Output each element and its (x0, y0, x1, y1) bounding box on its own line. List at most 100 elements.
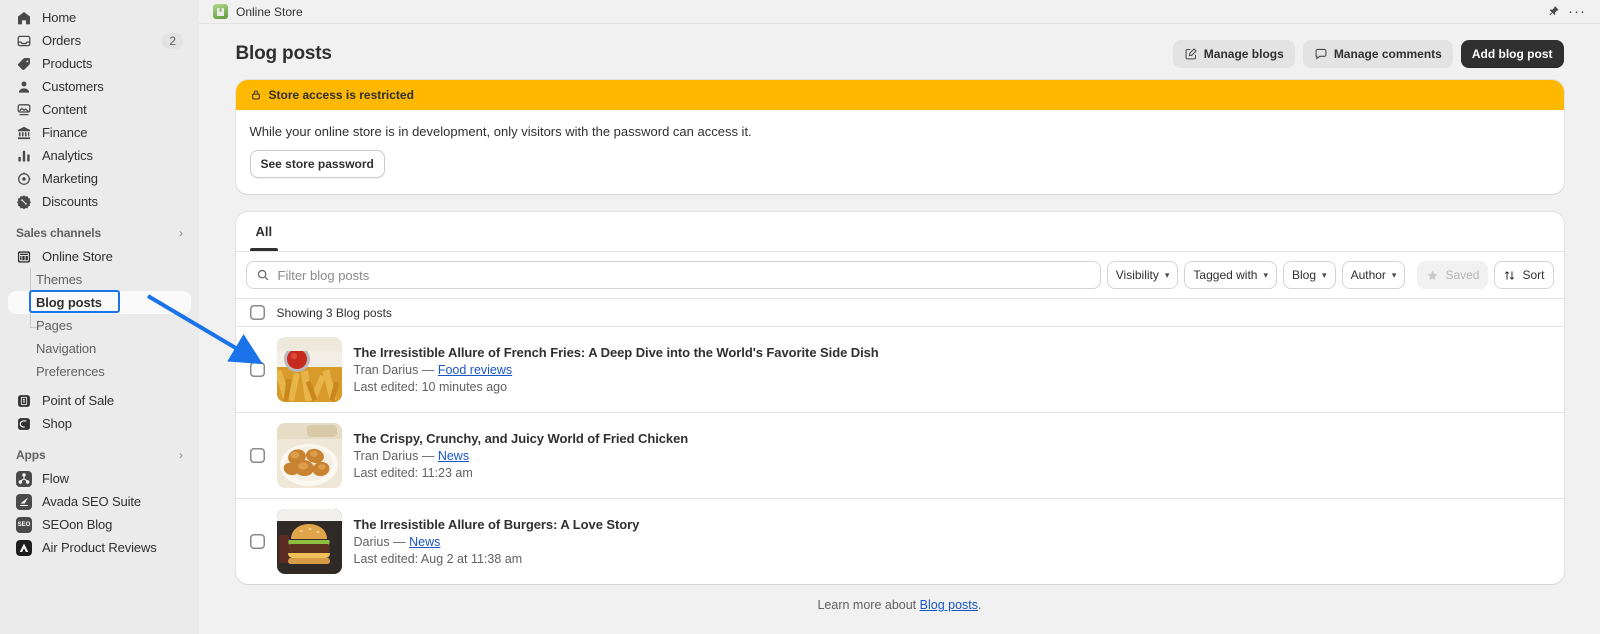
marketing-megaphone-icon (16, 171, 32, 187)
seoon-blog-app-icon: SEO (16, 516, 32, 533)
see-store-password-button[interactable]: See store password (249, 150, 385, 178)
sidebar-item-label: Marketing (42, 171, 98, 186)
sidebar-item-pages[interactable]: Pages (8, 314, 191, 337)
sidebar-item-label: Pages (36, 318, 73, 333)
sidebar-item-label: Air Product Reviews (42, 540, 157, 555)
store-access-banner: Store access is restricted While your on… (235, 80, 1564, 194)
comment-bubble-icon (1314, 47, 1328, 61)
row-blog-link[interactable]: News (409, 535, 440, 549)
customers-person-icon (16, 79, 32, 95)
sort-label: Sort (1522, 268, 1545, 282)
banner-heading-bar: Store access is restricted (235, 80, 1564, 110)
row-dash: — (393, 535, 406, 549)
sidebar-item-online-store[interactable]: Online Store (8, 245, 191, 268)
page-content: Blog posts Manage blogs Manage comments … (199, 24, 1600, 634)
sidebar-item-orders[interactable]: Orders 2 (8, 29, 191, 52)
sidebar-item-customers[interactable]: Customers (8, 75, 191, 98)
avada-seo-app-icon (16, 493, 32, 510)
search-field-wrapper[interactable] (245, 261, 1101, 289)
sidebar-item-content[interactable]: Content (8, 98, 191, 121)
row-dash: — (421, 363, 435, 377)
footer-suffix: . (978, 598, 982, 612)
online-store-icon (16, 249, 32, 265)
table-row[interactable]: The Crispy, Crunchy, and Juicy World of … (235, 412, 1564, 498)
row-last-edited: Last edited: 10 minutes ago (353, 380, 508, 394)
row-blog-link[interactable]: News (438, 449, 469, 463)
sidebar-item-home[interactable]: Home (8, 6, 191, 29)
filter-bar: Visibility ▾ Tagged with ▾ Blog ▾ Auth (236, 252, 1564, 298)
filter-author-label: Author (1350, 268, 1386, 282)
row-last-edited: Last edited: 11:23 am (353, 466, 473, 480)
discounts-percent-icon (16, 194, 32, 210)
sidebar-item-avada-seo-suite[interactable]: Avada SEO Suite (8, 490, 191, 513)
row-blog-link[interactable]: Food reviews (438, 363, 512, 377)
sidebar-item-label: Online Store (42, 249, 113, 264)
sidebar-main-nav: Home Orders 2 Products Customers Content… (8, 6, 191, 213)
tree-elbow (30, 327, 37, 328)
search-icon (256, 268, 270, 282)
search-input[interactable] (277, 267, 1091, 283)
row-title: The Crispy, Crunchy, and Juicy World of … (353, 431, 689, 446)
chevron-down-icon: ▾ (1164, 269, 1170, 280)
products-tag-icon (16, 56, 32, 72)
footer-prefix: Learn more about (817, 598, 920, 612)
manage-comments-label: Manage comments (1333, 47, 1442, 61)
sidebar-item-label: Preferences (36, 364, 105, 379)
filter-visibility[interactable]: Visibility ▾ (1106, 261, 1179, 289)
sidebar: Home Orders 2 Products Customers Content… (0, 0, 199, 634)
banner-body: While your online store is in developmen… (236, 110, 1564, 194)
row-title: The Irresistible Allure of French Fries:… (353, 345, 879, 360)
point-of-sale-icon (16, 393, 32, 409)
sidebar-item-themes[interactable]: Themes (8, 268, 191, 291)
footer-note: Learn more about Blog posts. (236, 584, 1564, 612)
apps-header[interactable]: Apps › (8, 443, 191, 467)
add-blog-post-button[interactable]: Add blog post (1460, 40, 1564, 68)
sidebar-item-analytics[interactable]: Analytics (8, 144, 191, 167)
sidebar-item-seoon-blog[interactable]: SEO SEOon Blog (8, 513, 191, 536)
sidebar-item-point-of-sale[interactable]: Point of Sale (8, 389, 191, 412)
finance-bank-icon (16, 125, 32, 141)
air-product-reviews-app-icon (16, 539, 32, 556)
manage-comments-button[interactable]: Manage comments (1302, 40, 1453, 68)
page-title: Blog posts (235, 43, 332, 64)
sidebar-item-finance[interactable]: Finance (8, 121, 191, 144)
sidebar-item-air-product-reviews[interactable]: Air Product Reviews (8, 536, 191, 559)
sidebar-item-label: Blog posts (36, 295, 102, 310)
table-row[interactable]: The Irresistible Allure of Burgers: A Lo… (235, 498, 1564, 584)
filter-author[interactable]: Author ▾ (1341, 261, 1406, 289)
sidebar-item-marketing[interactable]: Marketing (8, 167, 191, 190)
sidebar-item-blog-posts[interactable]: Blog posts (8, 291, 191, 314)
select-all-checkbox[interactable] (249, 305, 265, 320)
sidebar-item-discounts[interactable]: Discounts (8, 190, 191, 213)
pin-icon[interactable] (1547, 5, 1560, 18)
sidebar-item-label: Home (42, 10, 77, 25)
table-row[interactable]: The Irresistible Allure of French Fries:… (235, 326, 1564, 412)
sidebar-item-preferences[interactable]: Preferences (8, 360, 191, 383)
top-bar: Online Store ··· (199, 0, 1600, 24)
french-fries-thumbnail (276, 337, 342, 402)
saved-button[interactable]: Saved (1417, 261, 1489, 289)
tab-all[interactable]: All (244, 212, 285, 251)
manage-blogs-button[interactable]: Manage blogs (1172, 40, 1295, 68)
add-blog-post-label: Add blog post (1471, 47, 1553, 61)
sort-arrows-icon (1503, 269, 1516, 282)
sidebar-item-products[interactable]: Products (8, 52, 191, 75)
row-checkbox[interactable] (249, 534, 265, 549)
sales-channels-header[interactable]: Sales channels › (8, 221, 191, 245)
chevron-down-icon: ▾ (1391, 269, 1397, 280)
filter-blog[interactable]: Blog ▾ (1283, 261, 1336, 289)
ellipsis-icon[interactable]: ··· (1568, 4, 1586, 19)
star-icon (1426, 269, 1439, 282)
blog-posts-card: All Visibility ▾ (235, 212, 1564, 584)
sidebar-item-navigation[interactable]: Navigation (8, 337, 191, 360)
page-header-actions: Manage blogs Manage comments Add blog po… (1172, 40, 1564, 68)
sidebar-item-shop[interactable]: Shop (8, 412, 191, 435)
row-meta: Tran Darius — Food reviews (354, 363, 1550, 377)
sidebar-item-label: Shop (42, 416, 72, 431)
row-checkbox[interactable] (249, 448, 265, 463)
footer-blog-posts-link[interactable]: Blog posts (920, 598, 978, 612)
filter-tagged-with[interactable]: Tagged with ▾ (1184, 261, 1277, 289)
sidebar-item-flow[interactable]: Flow (8, 467, 191, 490)
sort-button[interactable]: Sort (1494, 261, 1554, 289)
row-checkbox[interactable] (249, 362, 265, 377)
